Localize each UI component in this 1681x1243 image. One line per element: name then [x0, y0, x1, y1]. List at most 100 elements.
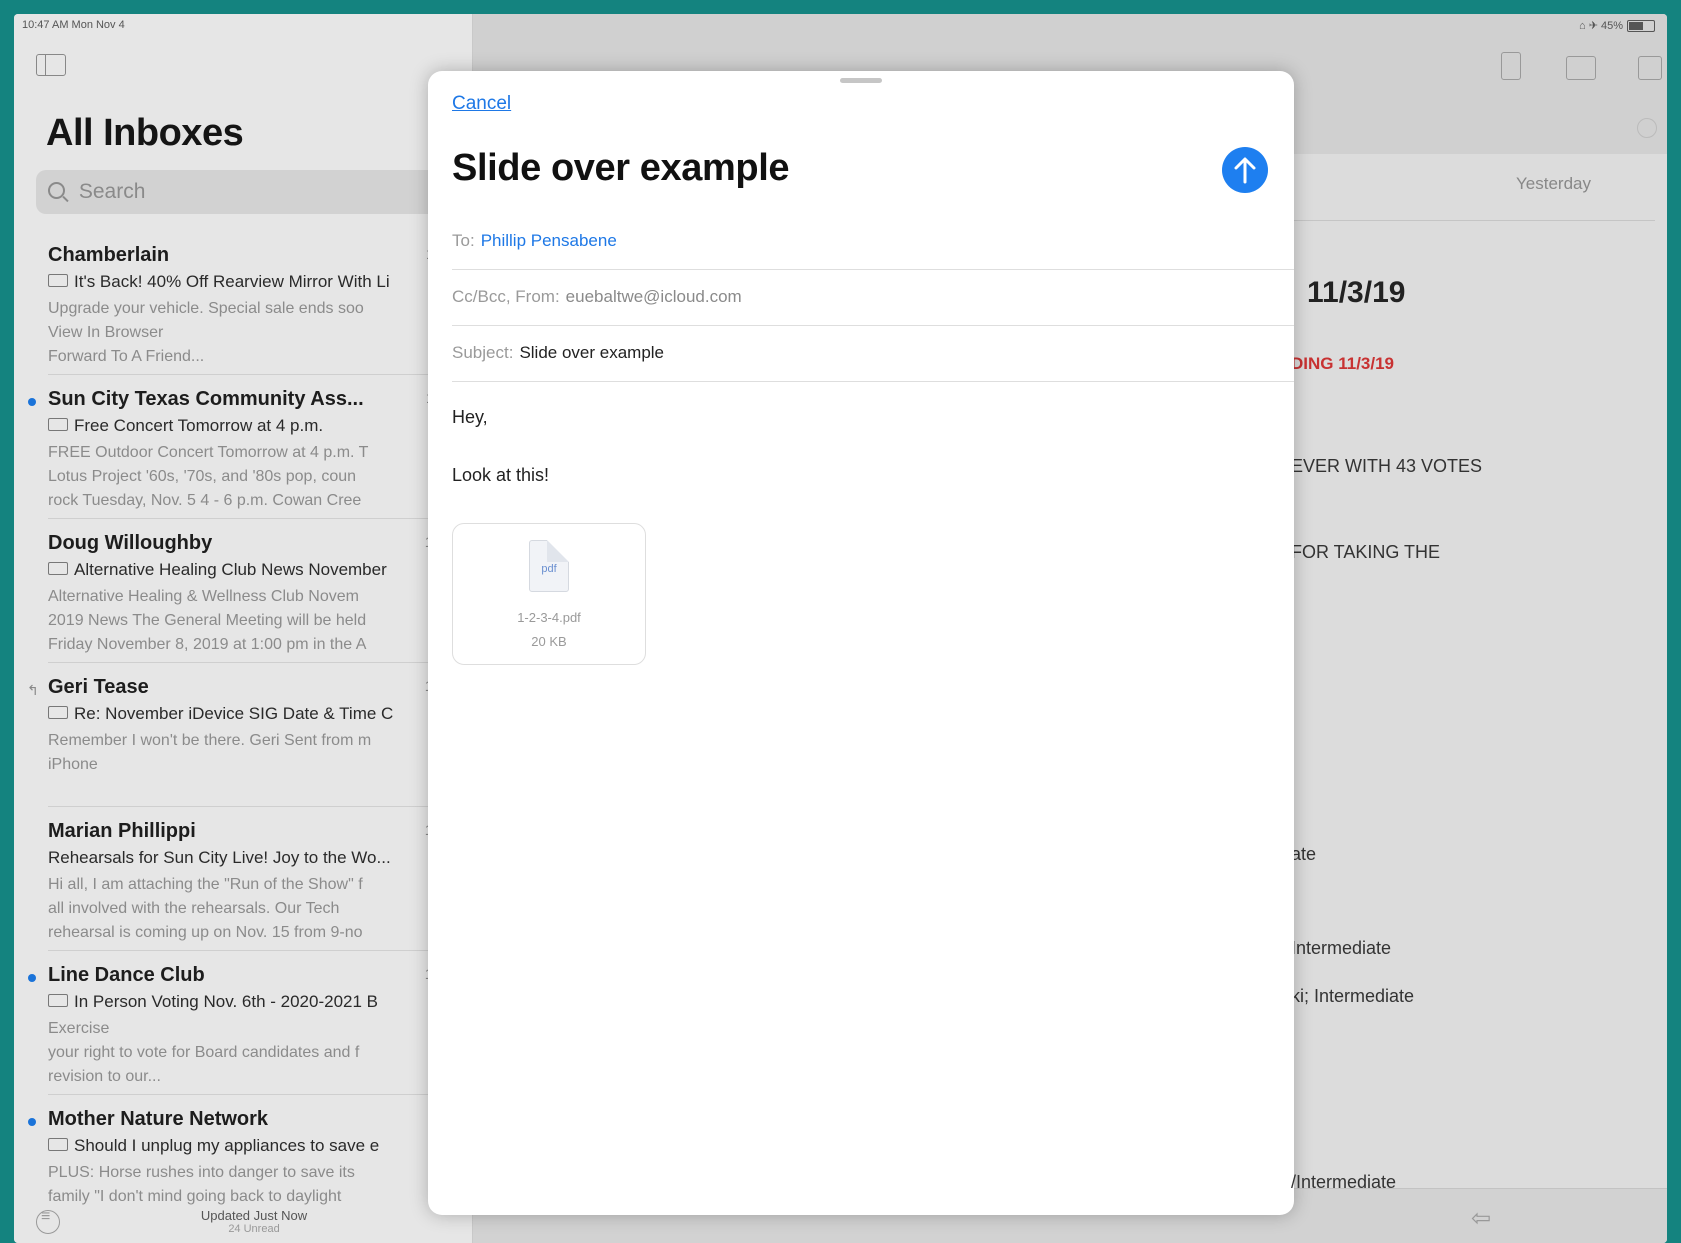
search-field[interactable]: Search [36, 170, 456, 214]
message-sender: Line Dance Club [48, 964, 205, 986]
message-subject: In Person Voting Nov. 6th - 2020-2021 B [48, 992, 448, 1012]
divider [48, 662, 472, 663]
message-date: Yesterday [1516, 174, 1591, 193]
list-footer: Updated Just Now 24 Unread [14, 1202, 472, 1243]
message-body-line: ki; Intermediate [1291, 986, 1415, 1006]
subject-field[interactable]: Subject: Slide over example [452, 325, 1294, 382]
subject-input[interactable]: Slide over example [519, 343, 664, 362]
message-alert-text: DING 11/3/19 [1291, 354, 1395, 373]
message-preview: FREE Outdoor Concert Tomorrow at 4 p.m. … [48, 444, 369, 509]
status-bar: 10:47 AM Mon Nov 4 ⌂ ✈ 45% [14, 14, 1667, 36]
attachment-card[interactable]: pdf 1-2-3-4.pdf 20 KB [452, 523, 646, 665]
unread-dot-icon [28, 398, 36, 406]
list-item[interactable]: Mother Nature Network 7:0 Should I unplu… [14, 1108, 454, 1243]
message-body-line[interactable]: Hey, [452, 407, 488, 428]
message-subject: Free Concert Tomorrow at 4 p.m. [48, 416, 448, 436]
trash-icon[interactable] [1501, 52, 1521, 80]
list-item[interactable]: Line Dance Club 10:0 In Person Voting No… [14, 964, 454, 1104]
message-sender: Marian Phillippi [48, 820, 196, 842]
divider [48, 374, 472, 375]
page-title: All Inboxes [46, 112, 244, 154]
from-address[interactable]: euebaltwe@icloud.com [566, 287, 742, 306]
message-body-line: FOR TAKING THE [1291, 542, 1441, 562]
list-item[interactable]: Marian Phillippi 10:1 Rehearsals for Sun… [14, 820, 454, 960]
message-time: 10:4 [424, 534, 454, 551]
reply-icon[interactable]: ⇦ [1471, 1204, 1491, 1233]
list-item[interactable]: Chamberlain 11:4 It's Back! 40% Off Rear… [14, 244, 454, 384]
message-time: 11:4 [425, 246, 454, 263]
message-body-line: EVER WITH 43 VOTES [1291, 456, 1483, 476]
message-subject: Rehearsals for Sun City Live! Joy to the… [48, 848, 391, 867]
arrow-up-icon [1234, 157, 1256, 184]
cancel-button[interactable]: Cancel [452, 93, 511, 115]
unread-dot-icon [28, 1118, 36, 1126]
list-item[interactable]: Sun City Texas Community Ass... 11:0 Fre… [14, 388, 454, 528]
ipad-screen: Yesterday 11/3/19 DING 11/3/19 EVER WITH… [14, 14, 1667, 1243]
unread-dot-icon [28, 974, 36, 982]
message-sender: Doug Willoughby [48, 532, 213, 554]
divider [48, 950, 472, 951]
message-preview: Upgrade your vehicle. Special sale ends … [48, 300, 364, 365]
status-indicators: ⌂ ✈ 45% [1579, 19, 1655, 33]
message-subject: Alternative Healing Club News November [48, 560, 448, 580]
battery-icon [1627, 20, 1655, 33]
detail-toolbar [473, 14, 1667, 154]
message-subject: Should I unplug my appliances to save e [48, 1136, 448, 1156]
message-preview: Hi all, I am attaching the "Run of the S… [48, 876, 363, 941]
message-time: 10:1 [424, 822, 454, 839]
cc-from-field[interactable]: Cc/Bcc, From: euebaltwe@icloud.com [452, 269, 1294, 326]
message-preview: Exercise your right to vote for Board ca… [48, 1020, 360, 1085]
filter-icon[interactable] [36, 1208, 60, 1234]
folder-icon[interactable] [1566, 56, 1596, 80]
sidebar-toggle-icon[interactable] [36, 54, 66, 76]
compose-sheet: Cancel Slide over example To: Phillip Pen… [428, 71, 1294, 1215]
message-time: 11:0 [425, 390, 454, 407]
send-button[interactable] [1222, 147, 1268, 193]
message-preview: PLUS: Horse rushes into danger to save i… [48, 1164, 355, 1205]
attachment-badge-icon [48, 706, 68, 719]
divider [48, 518, 472, 519]
message-body-line: Intermediate [1291, 938, 1392, 958]
message-sender: Sun City Texas Community Ass... [48, 388, 364, 410]
status-time: 10:47 AM Mon Nov 4 [22, 19, 125, 31]
compose-title: Slide over example [452, 147, 790, 189]
replied-arrow-icon: ↰ [27, 682, 39, 698]
message-preview: Alternative Healing & Wellness Club Nove… [48, 588, 367, 653]
message-sender: Geri Tease [48, 676, 149, 698]
sheet-grabber-handle[interactable] [840, 78, 882, 83]
message-heading: 11/3/19 [1307, 276, 1406, 309]
subject-label: Subject: [452, 343, 514, 362]
mailbox-list-pane: All Inboxes Search Chamberlain 11:4 It's… [14, 14, 473, 1243]
to-label: To: [452, 231, 475, 250]
search-icon [48, 182, 65, 199]
attachment-badge-icon [48, 418, 68, 431]
attachment-badge-icon [48, 1138, 68, 1151]
attachment-badge-icon [48, 562, 68, 575]
message-sender: Chamberlain [48, 244, 170, 266]
divider [48, 1094, 472, 1095]
message-preview: Remember I won't be there. Geri Sent fro… [48, 732, 372, 773]
message-body-line: /Intermediate [1291, 1172, 1397, 1192]
attachment-extension: pdf [541, 563, 557, 575]
attachment-badge-icon [48, 994, 68, 1007]
list-item[interactable]: Doug Willoughby 10:4 Alternative Healing… [14, 532, 454, 672]
message-detail-pane: Yesterday 11/3/19 DING 11/3/19 EVER WITH… [473, 14, 1667, 1243]
divider [1261, 220, 1655, 221]
pdf-document-icon: pdf [529, 540, 569, 592]
message-time: 7:0 [433, 1110, 454, 1127]
cc-label: Cc/Bcc, From: [452, 287, 560, 306]
message-time: 10:4 [424, 678, 454, 695]
attachment-name: 1-2-3-4.pdf [517, 610, 581, 625]
to-field[interactable]: To: Phillip Pensabene [452, 213, 1294, 270]
search-input[interactable]: Search [79, 180, 146, 203]
compose-icon[interactable] [1638, 56, 1662, 80]
attachment-badge-icon [48, 274, 68, 287]
message-body-line[interactable]: Look at this! [452, 465, 549, 486]
message-body-line: ate [1291, 844, 1317, 864]
list-item[interactable]: ↰ Geri Tease 10:4 Re: November iDevice S… [14, 676, 454, 816]
more-icon[interactable] [1637, 118, 1657, 138]
update-status: Updated Just Now 24 Unread [200, 1208, 308, 1235]
message-sender: Mother Nature Network [48, 1108, 269, 1130]
divider [48, 806, 472, 807]
recipient-token[interactable]: Phillip Pensabene [481, 231, 617, 250]
